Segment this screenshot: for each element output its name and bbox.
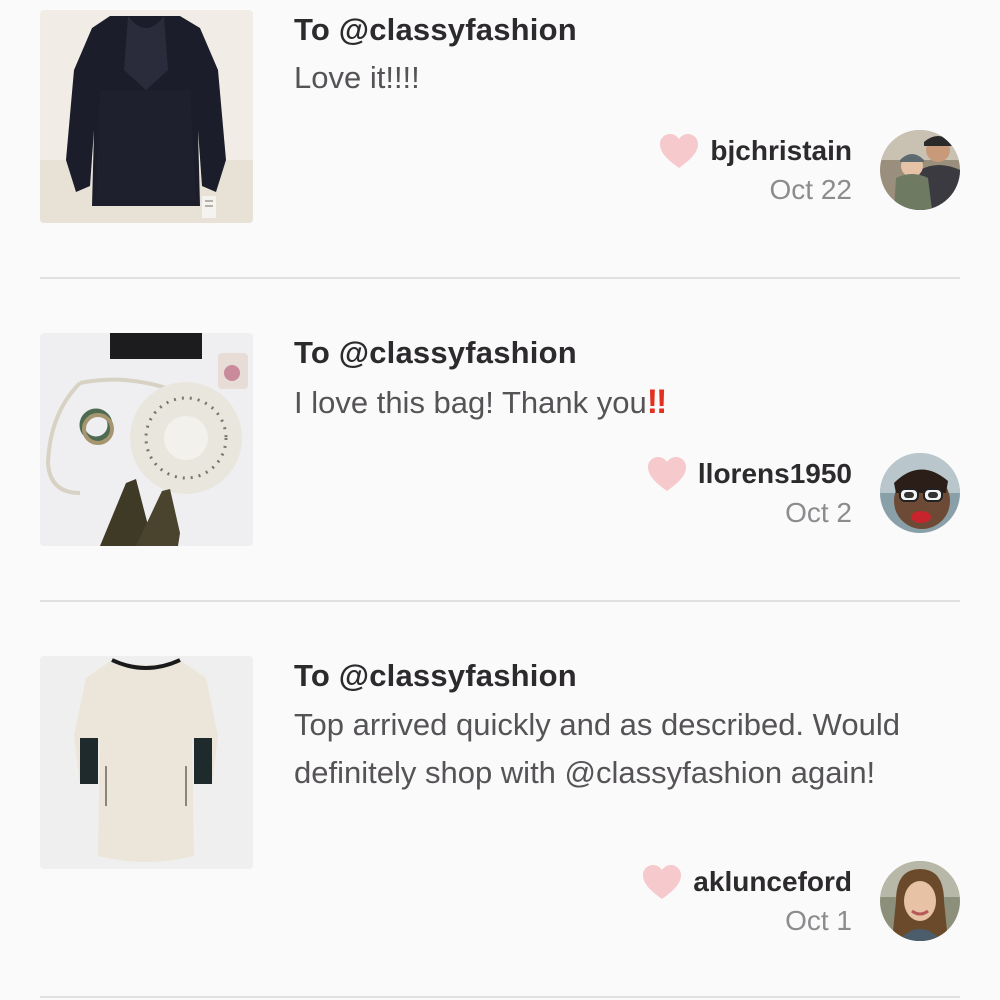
heart-icon[interactable] <box>641 863 683 901</box>
double-exclamation-emoji: ‼ <box>646 383 667 421</box>
reviewer-avatar[interactable] <box>880 453 960 533</box>
comment-text: I love this bag! Thank you <box>294 385 647 420</box>
white-round-crossbody-bag-image <box>40 333 253 546</box>
review-date: Oct 22 <box>769 174 852 205</box>
recipient-label[interactable]: To @classyfashion <box>294 658 577 694</box>
item-thumbnail[interactable] <box>40 10 253 223</box>
review-meta: aklunceford Oct 1 <box>641 861 852 937</box>
review-card: To @classyfashion Top arrived quickly an… <box>0 603 1000 997</box>
man-with-baby-image <box>880 130 960 210</box>
reviewer-row: aklunceford <box>641 861 852 903</box>
reviewer-username[interactable]: aklunceford <box>693 866 852 898</box>
reviewer-username[interactable]: bjchristain <box>710 135 852 167</box>
review-comment: Love it!!!! <box>294 54 934 102</box>
black-lace-blouse-image <box>40 10 253 223</box>
review-meta: llorens1950 Oct 2 <box>646 453 852 529</box>
divider <box>40 996 960 998</box>
review-date: Oct 1 <box>785 905 852 936</box>
cream-knit-sweater-image <box>40 656 253 869</box>
item-thumbnail[interactable] <box>40 656 253 869</box>
heart-icon[interactable] <box>658 132 700 170</box>
heart-icon[interactable] <box>646 455 688 493</box>
divider <box>40 277 960 279</box>
love-notes-feed: To @classyfashion Love it!!!! bjchristai… <box>0 0 1000 1000</box>
woman-portrait-image <box>880 861 960 941</box>
comment-text: Love it!!!! <box>294 60 420 95</box>
reviewer-avatar[interactable] <box>880 130 960 210</box>
recipient-label[interactable]: To @classyfashion <box>294 335 577 371</box>
reviewer-row: llorens1950 <box>646 453 852 495</box>
reviewer-username[interactable]: llorens1950 <box>698 458 852 490</box>
review-meta: bjchristain Oct 22 <box>658 130 852 206</box>
reviewer-row: bjchristain <box>658 130 852 172</box>
reviewer-avatar[interactable] <box>880 861 960 941</box>
divider <box>40 600 960 602</box>
woman-with-sunglasses-image <box>880 453 960 533</box>
review-card: To @classyfashion Love it!!!! bjchristai… <box>0 0 1000 278</box>
review-comment: I love this bag! Thank you‼ <box>294 378 934 427</box>
comment-text: Top arrived quickly and as described. Wo… <box>294 707 900 790</box>
review-card: To @classyfashion I love this bag! Thank… <box>0 280 1000 601</box>
review-date: Oct 2 <box>785 497 852 528</box>
item-thumbnail[interactable] <box>40 333 253 546</box>
review-comment: Top arrived quickly and as described. Wo… <box>294 701 934 797</box>
recipient-label[interactable]: To @classyfashion <box>294 12 577 48</box>
